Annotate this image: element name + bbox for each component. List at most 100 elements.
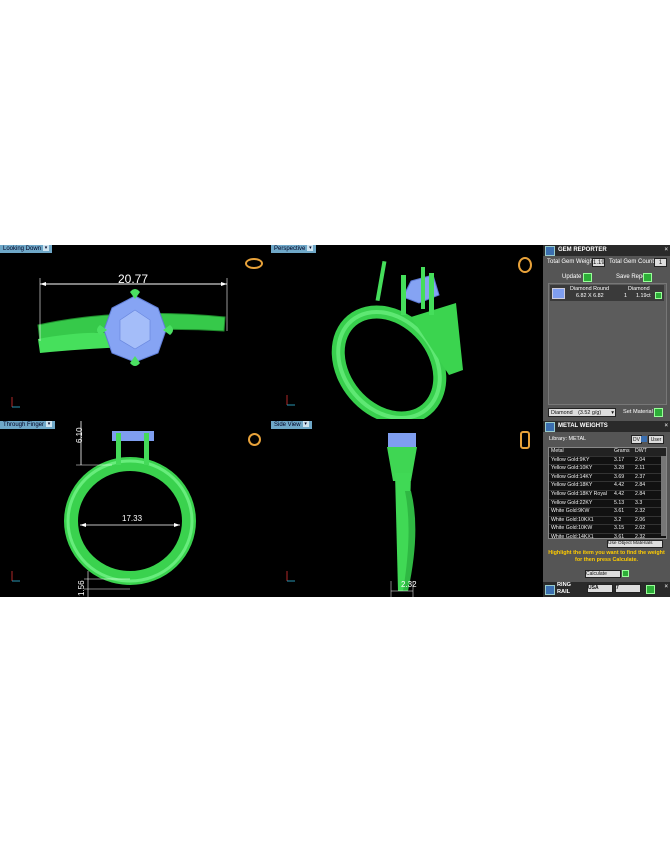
dimension-inner-diameter: 17.33 [122,514,143,523]
total-count-label: Total Gem Count [609,259,655,265]
viewport-perspective[interactable]: Perspective ▾ [271,245,542,419]
ring-rail-title: RING RAIL [557,582,571,595]
dropdown-icon[interactable]: ▾ [43,245,50,251]
ring-standard-select[interactable]: USA [587,584,613,593]
dimension-side-width: 2.32 [401,580,417,589]
jewelry-cad-window: Looking Down ▾ 20.77 Perspective ▾ Throu… [0,245,670,597]
scrollbar[interactable] [661,456,666,536]
metal-grams: 3.69 [614,473,625,480]
table-row[interactable]: White Gold:9KW 3.61 2.32 [549,508,666,517]
table-row[interactable]: Yellow Gold:22KY 5.13 3.3 [549,500,666,509]
gem-reporter-title: GEM REPORTER [558,247,607,253]
metal-name: Yellow Gold:18KY Royal [551,490,607,497]
table-row[interactable]: Yellow Gold:18KY 4.42 2.84 [549,482,666,491]
table-row[interactable]: Yellow Gold:9KY 3.17 2.04 [549,457,666,466]
material-select[interactable]: Diamond (3.52 g/g) ▾ [548,408,616,417]
viewport-label[interactable]: Side View ▾ [271,421,312,429]
ring-perspective-icon[interactable] [518,257,532,273]
gem-select-button[interactable] [655,292,662,299]
ring-size-button[interactable] [646,585,655,594]
close-icon[interactable]: × [664,582,668,593]
column-header: DWT [635,448,647,454]
table-row[interactable]: Yellow Gold:18KY Royal 4.42 2.84 [549,491,666,500]
metal-dwt: 2.32 [635,508,646,515]
metal-dwt: 2.02 [635,525,646,532]
metal-name: White Gold:9KW [551,508,590,515]
metal-weights-header[interactable]: METAL WEIGHTS × [543,421,670,432]
metal-grams: 4.42 [614,482,625,489]
dimension-shank-thickness: 1.56 [77,580,86,596]
gem-carat: 1.19ct [636,293,651,299]
user-toggle[interactable]: User [648,435,664,444]
viewport-label-text: Through Finger [3,422,45,428]
column-header: Grams [614,448,630,454]
gem-count: 1 [624,293,627,299]
dimension-head-height: 6.10 [75,427,84,443]
right-panel: GEM REPORTER × Total Gem Weight 1.19 Tota… [543,245,670,597]
viewport-looking-down[interactable]: Looking Down ▾ 20.77 [0,245,269,419]
diamond-icon [552,288,565,299]
metal-grams: 3.17 [614,456,625,463]
gem-reporter-header[interactable]: GEM REPORTER × [543,245,670,256]
ring-rail-header[interactable]: RING RAIL USA 7 × [543,582,670,597]
metal-grams: 3.2 [614,516,622,523]
total-weight-label: Total Gem Weight [547,259,595,265]
viewport-through-finger[interactable]: Through Finger ▾ 6.10 17.33 1.56 [0,421,269,597]
dropdown-icon[interactable]: ▾ [46,421,53,427]
viewport-label[interactable]: Perspective ▾ [271,245,317,253]
update-button[interactable] [583,273,592,282]
close-icon[interactable]: × [664,421,668,432]
metal-grams: 3.28 [614,465,625,472]
ring-size-select[interactable]: 7 [615,584,641,593]
calculate-button[interactable] [622,570,629,577]
metal-table-header: Metal Grams DWT [549,448,666,457]
total-weight-value: 1.19 [592,258,605,267]
calculate-button-label[interactable]: Calculate [585,570,621,578]
metal-name: Yellow Gold:18KY [551,482,593,489]
set-material-label: Set Material [623,409,653,415]
metal-weights-hint: Highlight the item you want to find the … [548,550,665,563]
metal-grams: 3.61 [614,508,625,515]
metal-table: Metal Grams DWT Yellow Gold:9KY 3.17 2.04 Y… [548,447,667,539]
viewport-label-text: Looking Down [3,246,42,252]
dropdown-icon[interactable]: ▾ [302,421,309,427]
dropdown-icon[interactable]: ▾ [307,245,314,251]
table-row[interactable]: White Gold:10KW 3.15 2.02 [549,525,666,534]
metal-dwt: 2.06 [635,516,646,523]
use-object-materials-select[interactable]: Use Object Materials [607,540,663,548]
ring-top-icon[interactable] [245,258,263,269]
table-row[interactable]: White Gold:14KX1 3.61 2.32 [549,533,666,539]
material-density: (3.52 g/g) [578,410,602,416]
metal-dwt: 2.11 [635,465,645,472]
chevron-down-icon: ▾ [611,410,614,416]
viewport-label[interactable]: Looking Down ▾ [0,245,53,253]
ring-side-icon[interactable] [520,431,530,449]
metal-name: Yellow Gold:14KY [551,473,593,480]
metal-dwt: 2.04 [635,456,646,463]
metal-name: Yellow Gold:10KY [551,465,593,472]
set-material-button[interactable] [654,408,663,417]
gem-row[interactable]: Diamond Round 6.82 X 6.82 Diamond 1 1.19… [550,285,664,301]
metal-grams: 4.42 [614,490,625,497]
close-icon[interactable]: × [664,245,668,256]
ring-front-icon[interactable] [248,433,261,446]
viewport-side-view[interactable]: Side View ▾ 2.32 [271,421,542,597]
metal-grams: 3.61 [614,533,625,539]
total-count-value: 1 [654,258,667,267]
metal-dwt: 2.32 [635,533,646,539]
viewport-label-text: Perspective [274,246,306,252]
save-report-button[interactable] [643,273,652,282]
info-icon[interactable] [641,436,647,442]
metal-name: White Gold:10KW [551,525,593,532]
library-label: Library: METAL [549,436,587,442]
metal-name: White Gold:10KX1 [551,516,594,523]
ring-front-view [11,421,196,597]
gem-list: Diamond Round 6.82 X 6.82 Diamond 1 1.19… [548,283,667,405]
table-row[interactable]: Yellow Gold:14KY 3.69 2.37 [549,474,666,483]
material-name: Diamond [551,410,573,416]
metal-dwt: 2.37 [635,473,646,480]
viewport-label[interactable]: Through Finger ▾ [0,421,56,429]
table-row[interactable]: White Gold:10KX1 3.2 2.06 [549,517,666,526]
metal-dwt: 3.3 [635,499,643,506]
table-row[interactable]: Yellow Gold:10KY 3.28 2.11 [549,465,666,474]
